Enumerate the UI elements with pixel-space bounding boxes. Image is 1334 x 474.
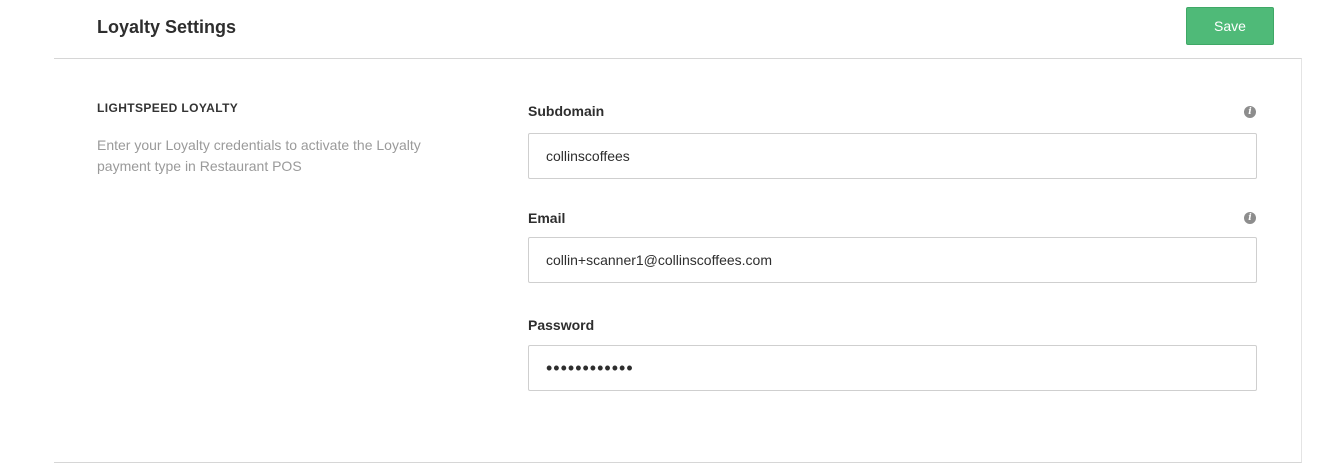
section-description: Enter your Loyalty credentials to activa… — [97, 137, 421, 174]
save-button[interactable]: Save — [1186, 7, 1274, 45]
email-info-icon[interactable]: i — [1244, 212, 1256, 224]
email-label: Email — [528, 210, 566, 226]
loyalty-settings-card: LIGHTSPEED LOYALTY Enter your Loyalty cr… — [54, 58, 1302, 463]
page-title: Loyalty Settings — [97, 17, 237, 37]
subdomain-label: Subdomain — [528, 103, 605, 119]
loyalty-settings-page: Loyalty Settings Save LIGHTSPEED LOYALTY… — [0, 0, 1334, 474]
section-heading: LIGHTSPEED LOYALTY — [97, 101, 239, 115]
subdomain-input[interactable] — [528, 133, 1257, 179]
email-input[interactable] — [528, 237, 1257, 283]
password-label: Password — [528, 317, 595, 333]
password-input[interactable] — [528, 345, 1257, 391]
subdomain-info-icon[interactable]: i — [1244, 106, 1256, 118]
